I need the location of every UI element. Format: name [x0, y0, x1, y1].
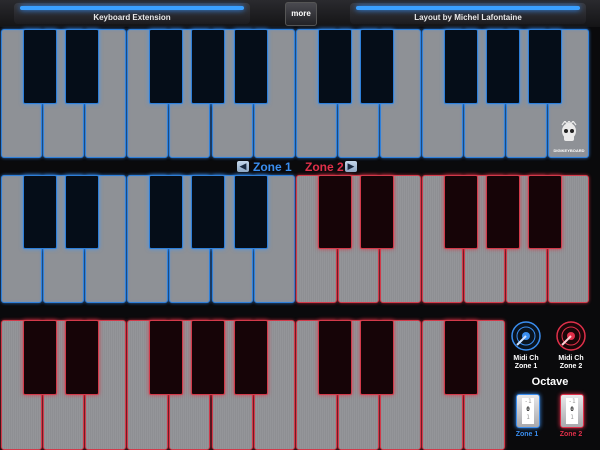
octave-zone1-picker[interactable]: -1 0 1: [516, 394, 540, 428]
left-title-panel: Keyboard Extension: [14, 3, 250, 24]
right-glow-bar: [356, 6, 580, 10]
black-key[interactable]: [149, 320, 184, 395]
black-key[interactable]: [444, 175, 478, 249]
skull-logo-icon: [561, 119, 577, 141]
black-key[interactable]: [486, 29, 521, 104]
black-key[interactable]: [317, 320, 352, 395]
black-key[interactable]: [23, 175, 57, 249]
black-key[interactable]: [486, 175, 521, 249]
logo-text: DIGIKEYBOARD: [553, 148, 585, 153]
octave-zone2-values[interactable]: -1 0 1: [566, 398, 578, 424]
black-key[interactable]: [191, 175, 226, 249]
black-key[interactable]: [233, 320, 268, 395]
octave-zone1-label: Zone 1: [515, 431, 539, 438]
zone-selector-bar: ◀ Zone 1 Zone 2 ▶: [0, 159, 600, 175]
black-key[interactable]: [23, 29, 57, 104]
more-button[interactable]: more: [285, 2, 317, 26]
right-title-panel: Layout by Michel Lafontaine: [350, 3, 586, 24]
octave-zone2-picker[interactable]: -1 0 1: [560, 394, 584, 428]
zone2-label[interactable]: Zone 2: [305, 159, 344, 175]
left-glow-bar: [20, 6, 244, 10]
black-key[interactable]: [359, 175, 394, 249]
black-key[interactable]: [444, 320, 478, 395]
zone1-label[interactable]: Zone 1: [253, 159, 292, 175]
black-key[interactable]: [65, 175, 100, 249]
black-key[interactable]: [65, 320, 100, 395]
black-key[interactable]: [359, 29, 394, 104]
black-key[interactable]: [149, 175, 184, 249]
zone1-left-arrow-button[interactable]: ◀: [237, 161, 249, 172]
midi-zone2-label: Midi Ch Zone 2: [558, 355, 584, 370]
keyboard-extension-title: Keyboard Extension: [93, 13, 171, 22]
octave-zone2-label: Zone 2: [559, 431, 583, 438]
black-key[interactable]: [65, 29, 100, 104]
knob-zone2-icon: [556, 321, 586, 351]
black-key[interactable]: [233, 175, 268, 249]
zone2-right-arrow-button[interactable]: ▶: [345, 161, 357, 172]
octave-title: Octave: [531, 376, 569, 388]
black-key[interactable]: [528, 175, 563, 249]
black-key[interactable]: [191, 320, 226, 395]
octave-zone1-values[interactable]: -1 0 1: [522, 398, 534, 424]
knob-zone1-icon: [511, 321, 541, 351]
black-key[interactable]: [23, 320, 57, 395]
black-key[interactable]: [359, 320, 394, 395]
black-key[interactable]: [317, 29, 352, 104]
black-key[interactable]: [149, 29, 184, 104]
black-key[interactable]: [191, 29, 226, 104]
black-key[interactable]: [528, 29, 563, 104]
midi-zone1-label: Midi Ch Zone 1: [513, 355, 539, 370]
midi-channel-zone2-knob[interactable]: [556, 321, 586, 351]
logo: DIGIKEYBOARD: [552, 119, 586, 153]
black-key[interactable]: [317, 175, 352, 249]
midi-channel-zone1-knob[interactable]: [511, 321, 541, 351]
black-key[interactable]: [444, 29, 478, 104]
black-key[interactable]: [233, 29, 268, 104]
layout-credit-title: Layout by Michel Lafontaine: [414, 13, 522, 22]
top-bar: Keyboard Extension more Layout by Michel…: [0, 0, 600, 27]
